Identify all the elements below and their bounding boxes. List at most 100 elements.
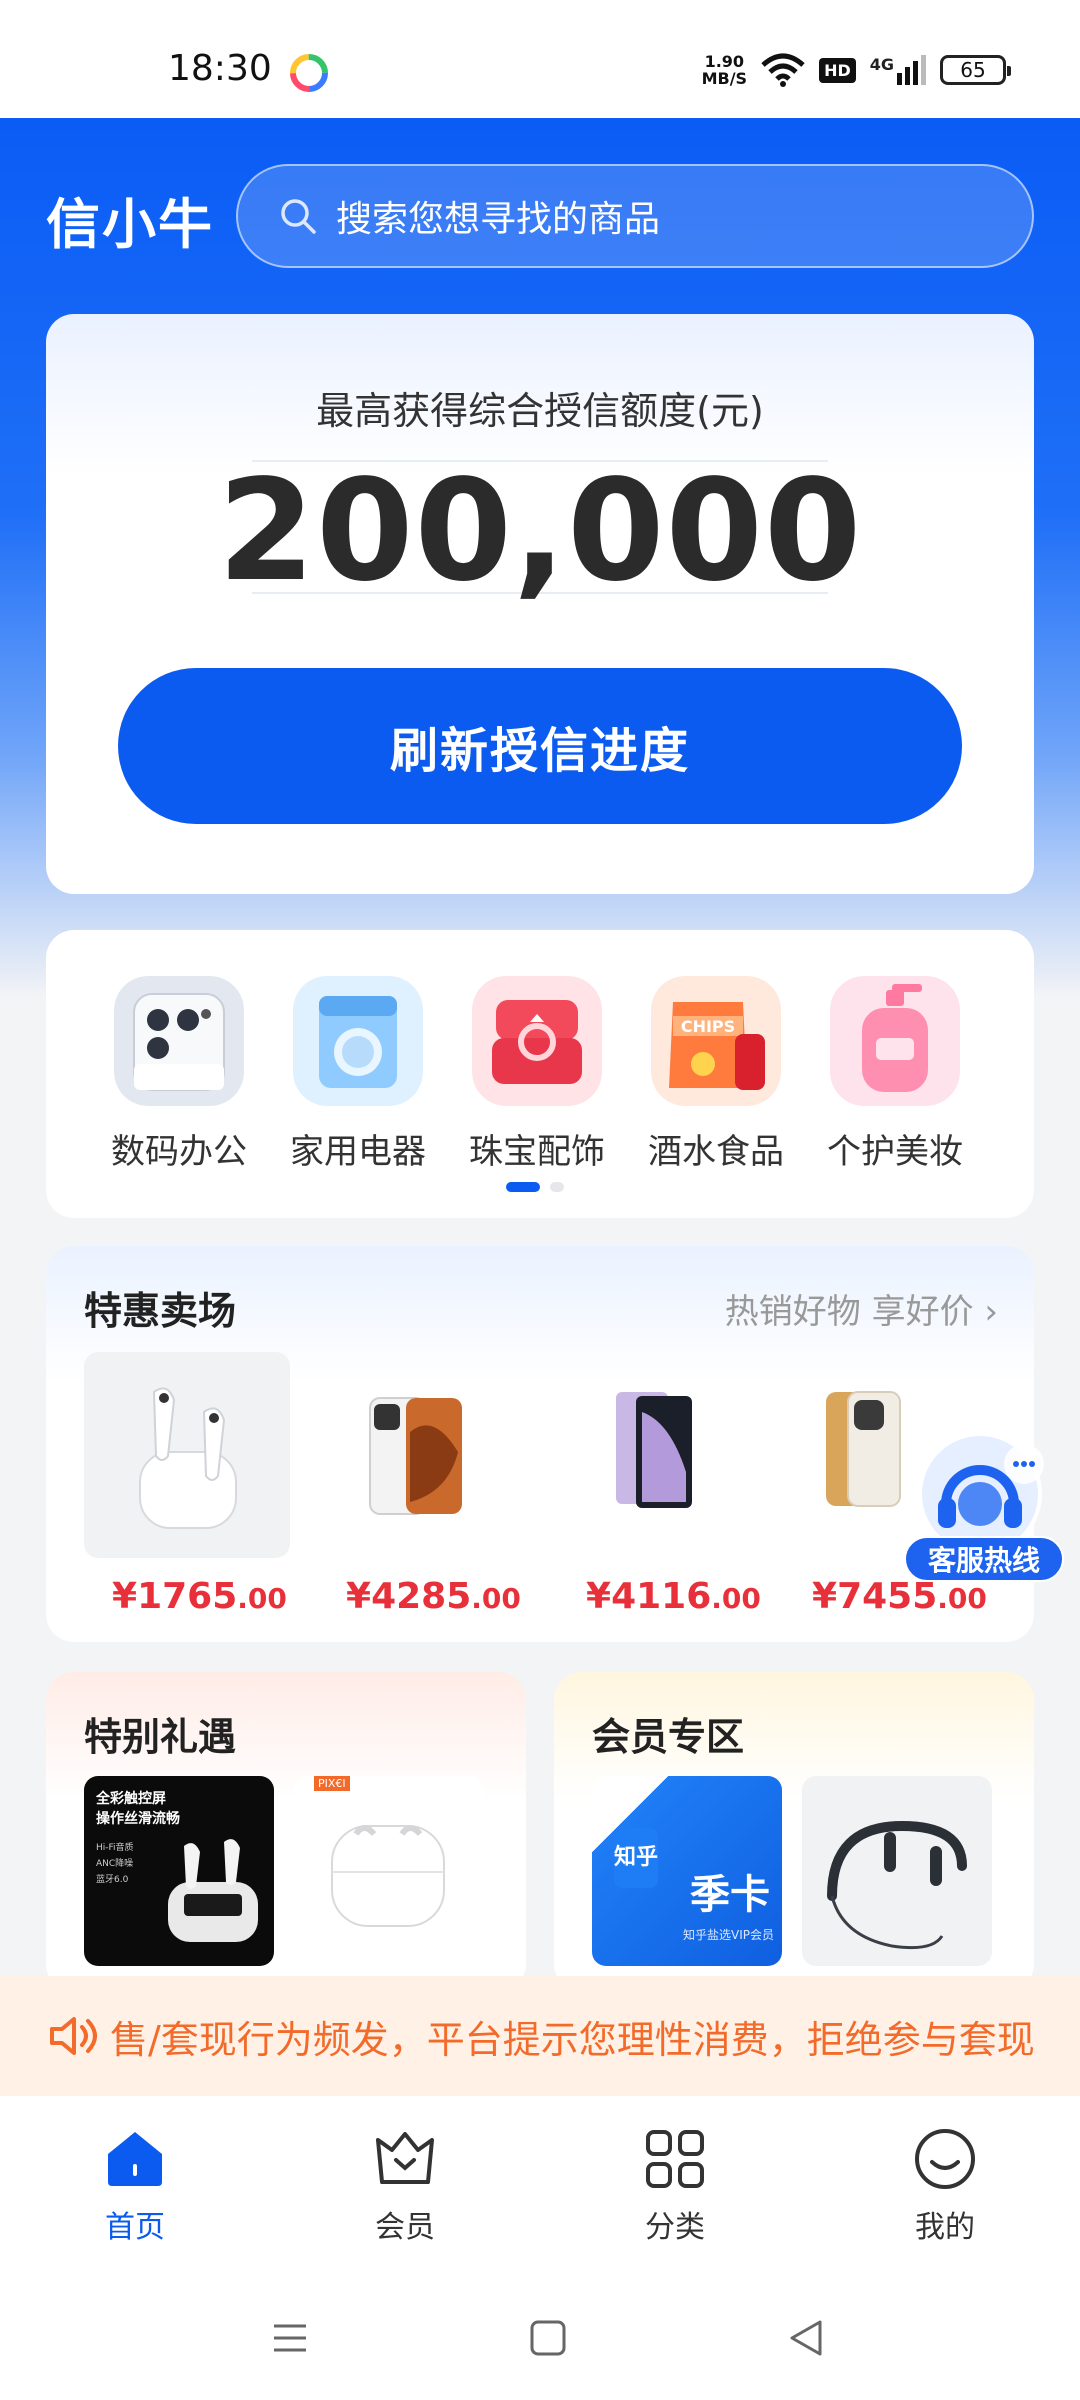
signal-type: 4G (869, 55, 894, 74)
credit-amount: 200,000 (217, 450, 863, 613)
hd-badge: HD (819, 57, 856, 83)
phone-icon (369, 1397, 462, 1515)
member-basket-icon (376, 2132, 434, 2184)
search-icon (281, 199, 316, 234)
price-integer: 4116 (611, 1576, 712, 1617)
grid-icon (646, 2130, 704, 2188)
lotion-bottle-icon (830, 976, 960, 1106)
signal-bar (897, 73, 902, 85)
chevron-right-icon: › (984, 1292, 998, 1332)
earbuds-case-icon (168, 1839, 258, 1942)
search-input[interactable]: 搜索您想寻找的商品 (236, 164, 1034, 268)
product-card[interactable] (84, 1352, 290, 1562)
battery-indicator: 65 (940, 55, 1011, 85)
washing-machine-icon (293, 976, 423, 1106)
home-square-icon[interactable] (524, 2314, 572, 2362)
product-price: ¥4116.00 (586, 1576, 761, 1617)
signal-bar (921, 55, 926, 85)
price-cents: .00 (471, 1582, 521, 1615)
product-card[interactable] (310, 1352, 516, 1562)
status-time: 18:30 (168, 48, 272, 89)
price-cents: .00 (711, 1582, 761, 1615)
zhihu-card-title: 季卡 (690, 1872, 770, 1918)
smile-profile-icon (915, 2129, 975, 2189)
category-item-appliance[interactable]: 家用电器 (283, 976, 433, 1173)
network-speed: 1.90 MB/S (702, 53, 747, 87)
app-notification-icon (290, 54, 328, 92)
category-item-jewelry[interactable]: 珠宝配饰 (462, 976, 612, 1173)
network-speed-unit: MB/S (701, 69, 748, 88)
brand-title: 信小牛 (46, 193, 214, 256)
signal-bar (913, 61, 918, 85)
category-item-digital[interactable]: 数码办公 (104, 976, 254, 1173)
network-speed-value: 1.90 (704, 52, 745, 71)
tab-mine[interactable]: 我的 (870, 2126, 1020, 2246)
category-item-food[interactable]: CHIPS 酒水食品 (641, 976, 791, 1173)
category-label: 珠宝配饰 (469, 1132, 605, 1172)
zhihu-logo: 知乎 (614, 1828, 658, 1888)
home-icon (108, 2132, 162, 2186)
svg-text:CHIPS: CHIPS (681, 1017, 735, 1036)
bottom-tab-bar: 首页 会员 分类 我的 (0, 2096, 1080, 2276)
credit-label: 最高获得综合授信额度(元) (316, 389, 764, 433)
category-label: 个护美妆 (827, 1132, 963, 1172)
headset-icon (918, 1432, 1044, 1556)
product-promo-image[interactable]: 全彩触控屏 操作丝滑流畅 Hi-Fi音质 ANC降噪 蓝牙6.0 (84, 1776, 274, 1966)
page-dot-active (506, 1182, 540, 1192)
wifi-icon (761, 53, 805, 87)
notice-text: 售/套现行为频发，平台提示您理性消费，拒绝参与套现 (110, 2017, 1035, 2062)
page-dot (550, 1182, 564, 1192)
price-currency: ¥ (812, 1576, 838, 1617)
price-integer: 4285 (371, 1576, 472, 1617)
member-zone-section[interactable]: 会员专区 知乎 季卡 知乎盐选VIP会员 (554, 1672, 1034, 1992)
credit-card: 最高获得综合授信额度(元) 200,000 刷新授信进度 (46, 314, 1034, 894)
airpods-case-icon (331, 1825, 445, 1927)
status-indicators: 1.90 MB/S HD 4G 65 (702, 50, 1011, 90)
special-offers-section[interactable]: 特别礼遇 全彩触控屏 操作丝滑流畅 Hi-Fi音质 ANC降噪 蓝牙6.0 PI… (46, 1672, 526, 1992)
tab-member[interactable]: 会员 (330, 2126, 480, 2246)
earbuds-icon (84, 1352, 290, 1558)
tab-home[interactable]: 首页 (60, 2126, 210, 2246)
tab-category[interactable]: 分类 (600, 2126, 750, 2246)
zhihu-card-image[interactable]: 知乎 季卡 知乎盐选VIP会员 (592, 1776, 782, 1966)
refresh-credit-button[interactable]: 刷新授信进度 (118, 668, 962, 824)
deals-more-label: 热销好物 享好价 (724, 1292, 974, 1332)
member-zone-title: 会员专区 (592, 1715, 745, 1759)
system-nav-bar (0, 2276, 1080, 2400)
chips-snack-icon: CHIPS (651, 976, 781, 1106)
price-currency: ¥ (586, 1576, 612, 1617)
tab-label: 我的 (915, 2210, 975, 2245)
special-offers-title: 特别礼遇 (84, 1715, 237, 1759)
page-indicator (506, 1182, 564, 1192)
tab-label: 分类 (645, 2210, 705, 2245)
price-integer: 1765 (137, 1576, 238, 1617)
product-image[interactable]: PIX€I (294, 1776, 484, 1966)
phone-camera-icon (114, 976, 244, 1106)
neckband-headphones-icon (827, 1820, 967, 1950)
notice-banner[interactable]: 售/套现行为频发，平台提示您理性消费，拒绝参与套现 (0, 1976, 1080, 2096)
price-currency: ¥ (346, 1576, 372, 1617)
ring-box-icon (472, 976, 602, 1106)
product-price: ¥4285.00 (346, 1576, 521, 1617)
category-label: 酒水食品 (648, 1132, 784, 1172)
back-icon[interactable] (782, 2314, 830, 2362)
deals-more-link[interactable]: 热销好物 享好价 › (725, 1284, 998, 1333)
zhihu-card-caption: 知乎盐选VIP会员 (683, 1928, 774, 1942)
customer-service-label: 客服热线 (904, 1536, 1064, 1582)
signal-indicator: 4G (870, 55, 926, 85)
category-item-beauty[interactable]: 个护美妆 (820, 976, 970, 1173)
category-card: 数码办公 家用电器 珠宝配饰 CHIPS 酒水食品 个护美妆 (46, 930, 1034, 1218)
tab-label: 会员 (375, 2210, 435, 2245)
deals-title: 特惠卖场 (84, 1289, 237, 1333)
product-price: ¥1765.00 (112, 1576, 287, 1617)
tab-label: 首页 (105, 2210, 165, 2245)
price-currency: ¥ (112, 1576, 138, 1617)
product-image[interactable] (802, 1776, 992, 1966)
customer-service-button[interactable]: 客服热线 (900, 1424, 1066, 1596)
menu-icon[interactable] (266, 2314, 314, 2362)
tablet-icon (616, 1392, 692, 1508)
price-cents: .00 (237, 1582, 287, 1615)
deals-section: 特惠卖场 热销好物 享好价 › ¥1765.00 ¥4285.00 ¥4116.… (46, 1246, 1034, 1642)
product-card[interactable] (552, 1352, 758, 1562)
search-placeholder: 搜索您想寻找的商品 (336, 199, 661, 240)
